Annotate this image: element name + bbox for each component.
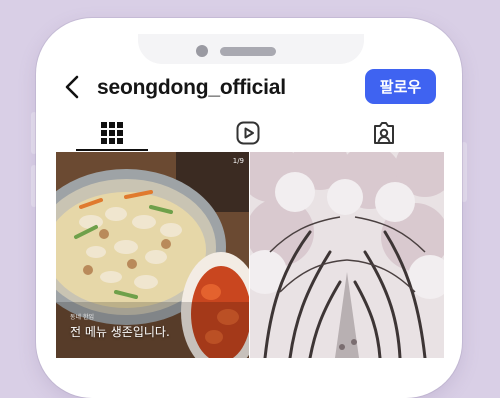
tagged-person-icon[interactable] — [372, 121, 396, 145]
post-caption-small: 동네 한입 — [70, 314, 94, 321]
cherry-blossom-photo-image — [250, 152, 444, 358]
profile-username: seongdong_official — [97, 76, 286, 99]
grid-icon[interactable] — [100, 121, 124, 145]
front-camera — [196, 45, 208, 57]
follow-button[interactable]: 팔로우 — [365, 69, 436, 104]
reels-play-icon[interactable] — [236, 121, 260, 145]
back-arrow-icon[interactable] — [62, 74, 84, 100]
active-tab-indicator — [76, 149, 148, 151]
post-caption: 전 메뉴 생존입니다. — [70, 325, 170, 339]
post-thumbnail-food[interactable]: 1/9 동네 한입 전 메뉴 생존입니다. — [56, 152, 249, 358]
post-thumbnail-cherry-blossoms[interactable] — [250, 152, 444, 358]
earpiece-speaker — [220, 47, 276, 56]
slide-counter: 1/9 — [232, 157, 244, 165]
